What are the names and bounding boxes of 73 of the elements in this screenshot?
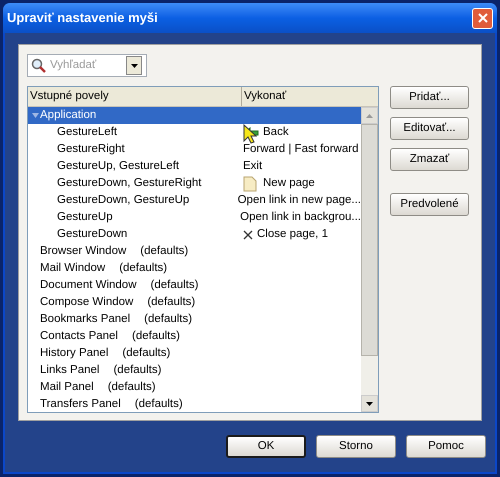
tree-row-label: Compose Window (40, 294, 134, 310)
tree-row[interactable]: Application (28, 107, 361, 124)
page-icon (243, 176, 257, 192)
search-icon (31, 58, 47, 74)
dialog-button[interactable]: Storno (316, 435, 396, 458)
tree-row[interactable]: Browser Window (defaults) (28, 243, 361, 260)
dropdown-button[interactable] (126, 56, 142, 75)
action-cell-text: Close page, 1 (257, 226, 328, 242)
tree-row-label: Transfers Panel (40, 396, 121, 412)
scroll-up-button[interactable] (361, 107, 378, 124)
tree-row[interactable]: Compose Window (defaults) (28, 294, 361, 311)
close-button[interactable] (472, 8, 493, 28)
close-icon (478, 13, 488, 23)
tree-row-label: Bookmarks Panel (40, 312, 130, 327)
dialog-button[interactable]: Pridať... (390, 86, 469, 109)
dialog-button[interactable]: Pomoc (406, 435, 486, 458)
tree-row-label: Document Window (40, 278, 137, 293)
defaults-note: (defaults) (108, 380, 156, 395)
down-arrow-icon (366, 402, 373, 406)
defaults-note: (defaults) (113, 362, 162, 378)
tree-row-label: History Panel (40, 346, 108, 361)
search-combo[interactable]: Vyhľadať (27, 54, 147, 77)
tree-row[interactable]: Contacts Panel (defaults) (28, 328, 361, 345)
column-header[interactable]: Vstupné povely (28, 87, 242, 106)
tree-row-label: Contacts Panel (40, 328, 118, 344)
expand-triangle-icon[interactable] (32, 113, 39, 118)
tree-row-label: Mail Panel (40, 380, 94, 395)
scroll-thumb[interactable] (361, 124, 378, 356)
action-cell-text: Open link in backgrou... (240, 210, 361, 225)
tree-row[interactable]: Mail Window (defaults) (28, 260, 361, 277)
tree-row-label: Browser Window (40, 244, 126, 259)
defaults-note: (defaults) (140, 244, 188, 259)
action-cell-text: Open link in new page... (238, 192, 361, 208)
caret-icon (130, 64, 138, 68)
defaults-note: (defaults) (147, 294, 196, 310)
up-arrow-icon (366, 114, 373, 118)
defaults-note: (defaults) (144, 312, 192, 327)
window-title: Upraviť nastavenie myši (7, 9, 159, 28)
gesture-cell-text: GestureDown, GestureRight (56, 176, 202, 191)
tree-row-label: Application (40, 108, 96, 123)
tree-row-label: Links Panel (40, 362, 100, 378)
tree-row[interactable]: Mail Panel (defaults) (28, 379, 361, 396)
tree-row[interactable]: Transfers Panel (defaults) (28, 396, 361, 412)
mouse-pointer-icon (243, 124, 257, 144)
scroll-down-button[interactable] (361, 395, 378, 412)
defaults-note: (defaults) (132, 328, 180, 344)
defaults-note: (defaults) (150, 278, 198, 293)
scrollbar[interactable] (361, 107, 378, 412)
column-header[interactable]: Vykonať (242, 87, 378, 106)
action-cell-text: Exit (243, 158, 262, 174)
dialog-button[interactable]: Editovať... (390, 117, 469, 140)
tree-row-label: Mail Window (40, 260, 106, 276)
defaults-note: (defaults) (134, 396, 183, 412)
tree-row[interactable]: Bookmarks Panel (defaults) (28, 311, 361, 328)
close-icon (243, 230, 253, 240)
search-input[interactable]: Vyhľadať (50, 56, 126, 74)
gesture-cell-text: GestureDown, GestureUp (56, 192, 190, 208)
dialog-button[interactable]: Zmazať (390, 148, 469, 171)
action-cell-text: Forward | Fast forward (243, 142, 358, 157)
gesture-cell-text: GestureUp, GestureLeft (56, 158, 180, 174)
action-cell-text: Back (263, 124, 289, 140)
gesture-cell-text: GestureRight (56, 142, 126, 157)
tree-row[interactable]: Document Window (defaults) (28, 277, 361, 294)
tree-row[interactable]: History Panel (defaults) (28, 345, 361, 362)
dialog-button[interactable]: OK (226, 435, 306, 458)
defaults-note: (defaults) (122, 346, 170, 361)
gesture-cell-text: GestureDown (56, 226, 128, 242)
gesture-cell-text: GestureLeft (56, 124, 118, 140)
gesture-cell-text: GestureUp (56, 210, 114, 225)
defaults-note: (defaults) (119, 260, 168, 276)
dialog-button[interactable]: Predvolené (390, 193, 469, 216)
tree-row[interactable]: Links Panel (defaults) (28, 362, 361, 379)
action-cell-text: New page (263, 176, 315, 191)
